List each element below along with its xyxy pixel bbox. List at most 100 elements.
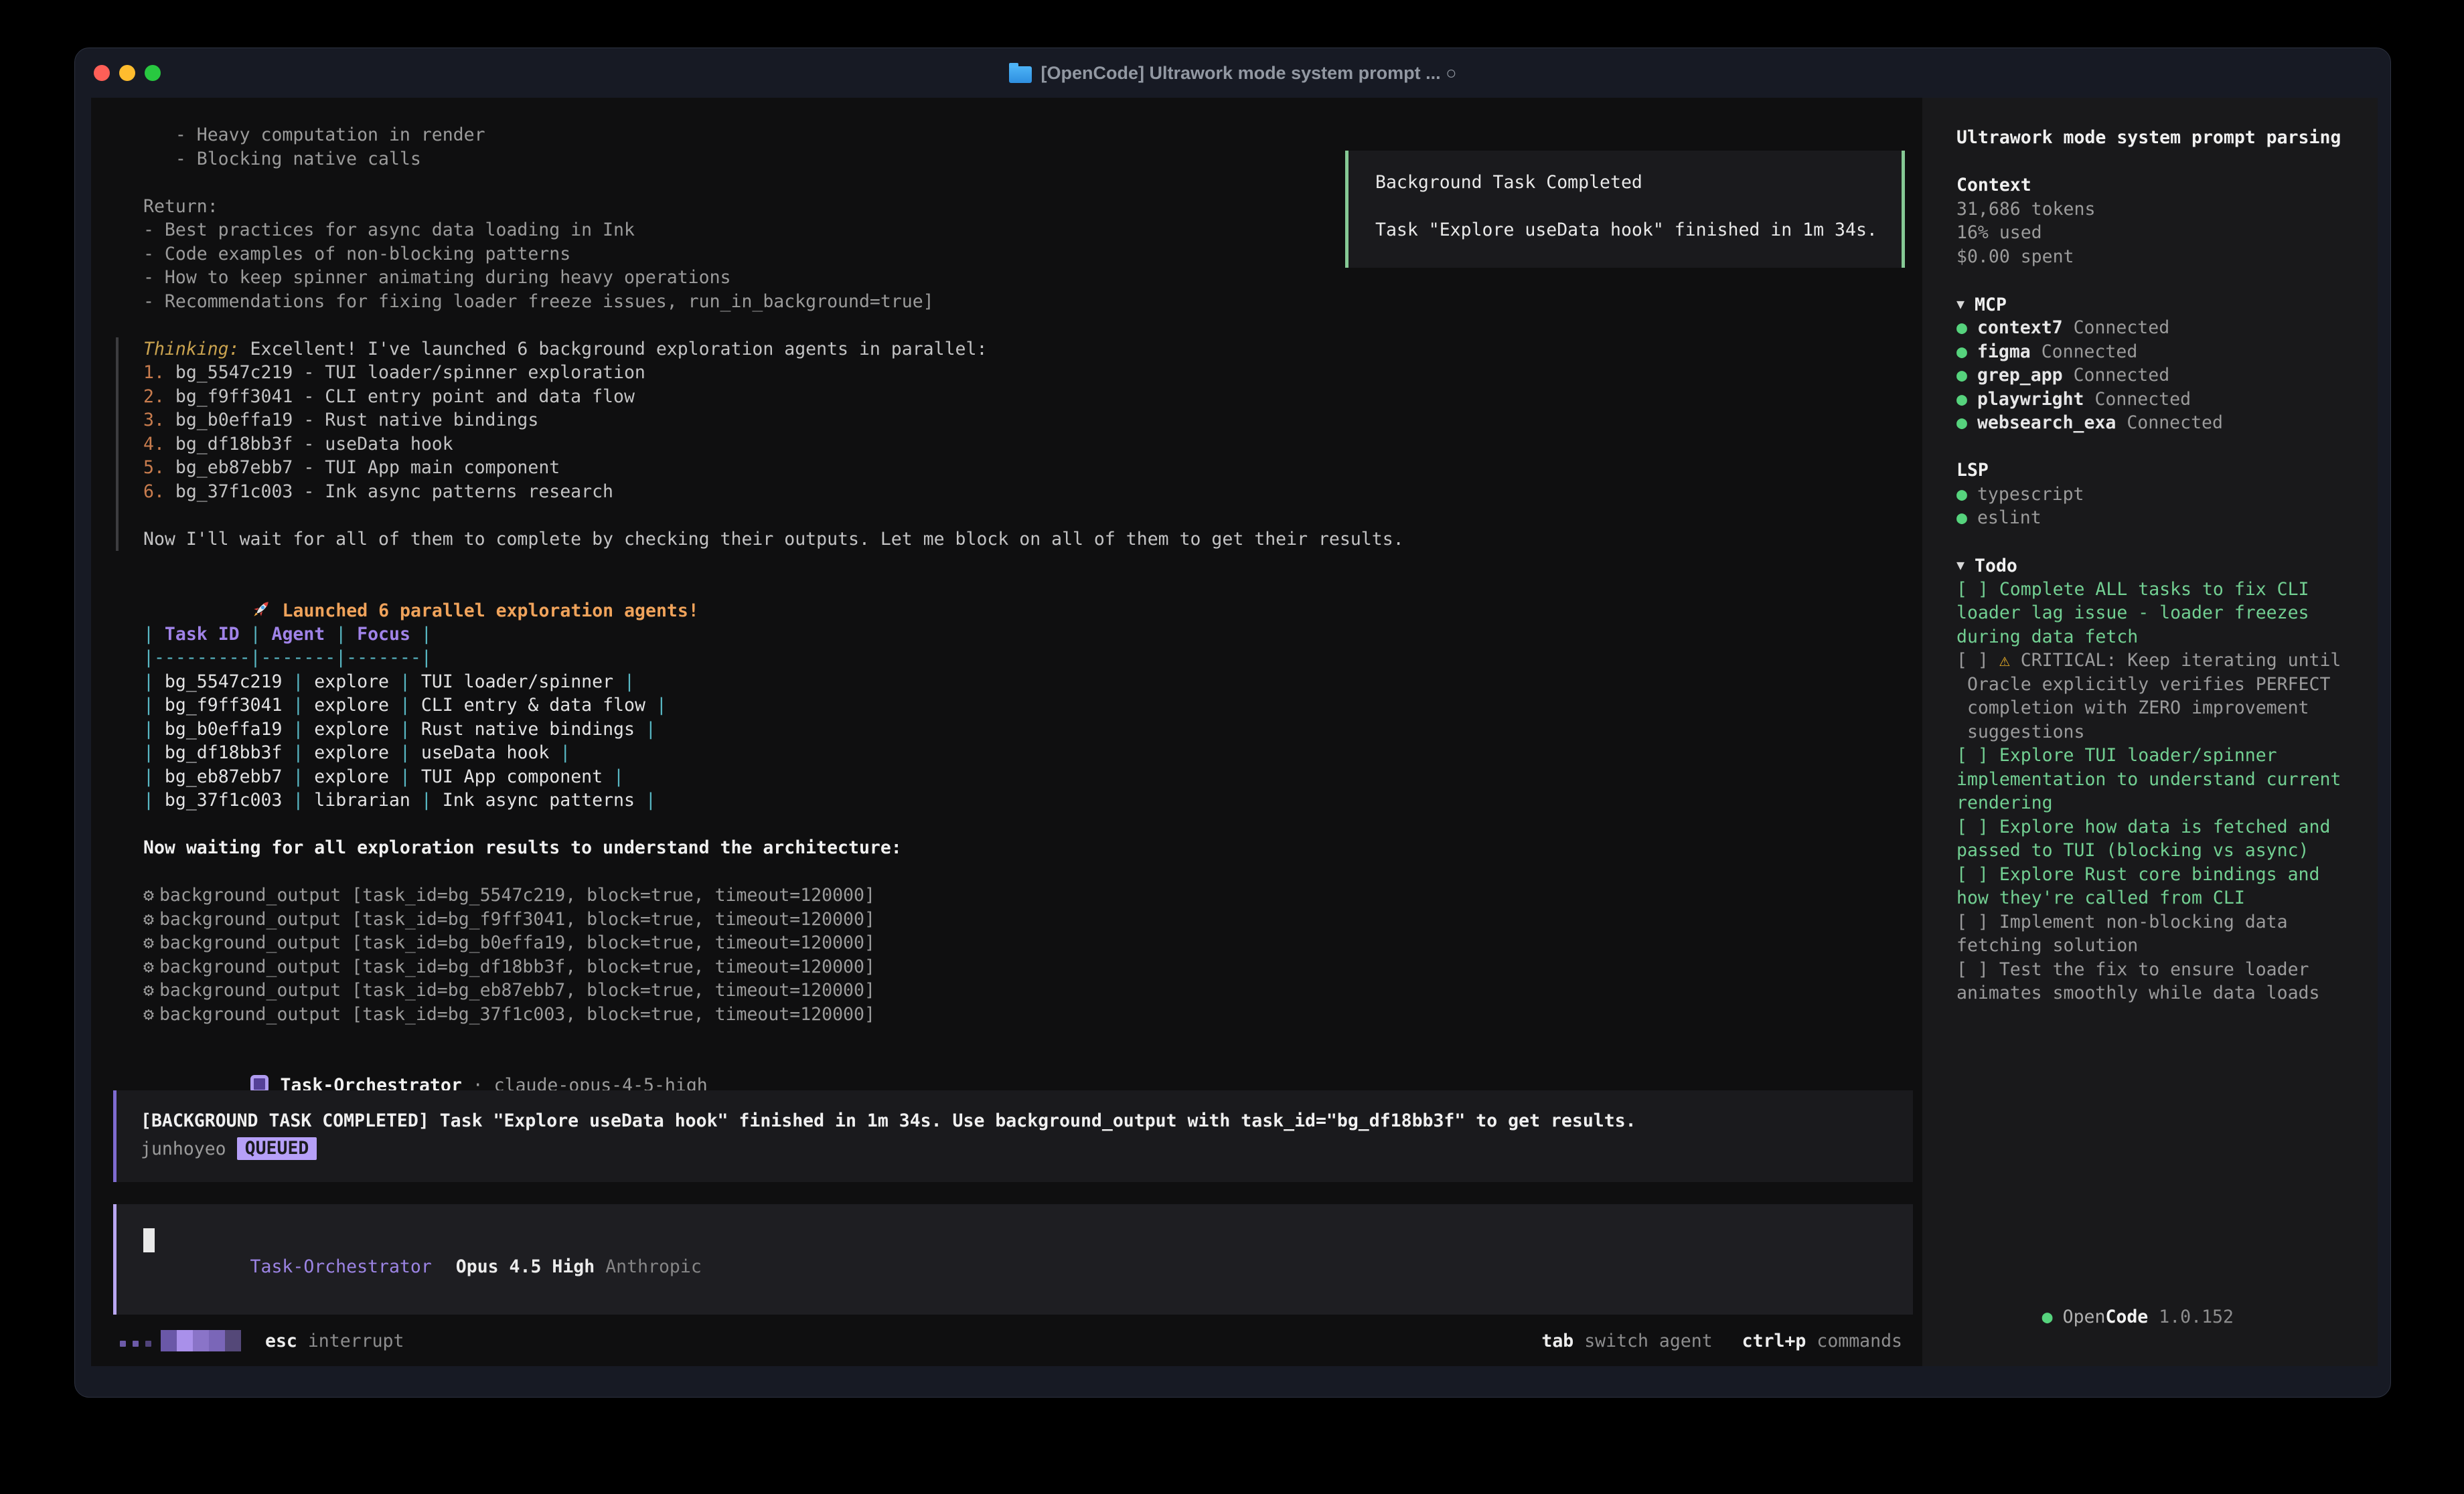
table-row: | bg_37f1c003 | librarian | Ink async pa… (143, 788, 1908, 813)
mcp-item: ●websearch_exa Connected (1956, 411, 2371, 435)
context-spent: $0.00 spent (1956, 245, 2371, 269)
ctrlp-key-label: commands (1806, 1329, 1902, 1353)
todo-item: [ ] Test the fix to ensure loader animat… (1956, 958, 2371, 1005)
tool-output-line: - Heavy computation in render (143, 123, 1908, 147)
tool-output-line: - Recommendations for fixing loader free… (143, 290, 1908, 314)
todo-section-header[interactable]: ▼Todo (1956, 554, 2371, 578)
mcp-list: ●context7 Connected●figma Connected●grep… (1956, 316, 2371, 435)
status-bar: esc interrupt tab switch agent ctrl+p com… (120, 1329, 1902, 1353)
thinking-list: 1. bg_5547c219 - TUI loader/spinner expl… (143, 361, 1908, 503)
table-row: | bg_eb87ebb7 | explore | TUI App compon… (143, 765, 1908, 789)
thinking-list-item: 3. bg_b0effa19 - Rust native bindings (143, 408, 1908, 432)
tool-call-line: ⚙background_output [task_id=bg_f9ff3041,… (143, 908, 1908, 932)
context-used: 16% used (1956, 221, 2371, 245)
collapse-triangle-icon: ▼ (1956, 296, 1965, 312)
mcp-item: ●figma Connected (1956, 340, 2371, 364)
thinking-list-item: 4. bg_df18bb3f - useData hook (143, 432, 1908, 456)
task-table: | Task ID | Agent | Focus ||---------|--… (143, 622, 1908, 813)
thinking-list-item: 5. bg_eb87ebb7 - TUI App main component (143, 456, 1908, 480)
waiting-line: Now waiting for all exploration results … (143, 836, 1908, 860)
status-dot-icon: ● (1956, 341, 1967, 362)
background-task-toast: Background Task Completed Task "Explore … (1345, 151, 1905, 268)
esc-key-label: interrupt (297, 1329, 404, 1353)
toast-body: Task "Explore useData hook" finished in … (1375, 218, 1902, 242)
gear-icon: ⚙ (143, 957, 154, 977)
gear-icon: ⚙ (143, 885, 154, 906)
tool-call-line: ⚙background_output [task_id=bg_eb87ebb7,… (143, 979, 1908, 1003)
status-dot-icon: ● (2042, 1307, 2053, 1327)
status-dot-icon: ● (1956, 317, 1967, 338)
tool-output-line: - How to keep spinner animating during h… (143, 266, 1908, 290)
sidebar-title: Ultrawork mode system prompt parsing (1956, 126, 2371, 150)
version-suffix: Code (2105, 1307, 2148, 1327)
status-dot-icon: ● (1956, 484, 1967, 505)
context-heading: Context (1956, 173, 2371, 197)
status-dot-icon: ● (1956, 365, 1967, 386)
lsp-list: ●typescript●eslint (1956, 483, 2371, 530)
composer-input[interactable]: Task-OrchestratorOpus 4.5 HighAnthropic (113, 1204, 1913, 1315)
queued-badge: QUEUED (237, 1137, 317, 1160)
gear-icon: ⚙ (143, 909, 154, 930)
todo-item: [ ] ⚠ CRITICAL: Keep iterating until Ora… (1956, 649, 2371, 744)
queued-text: [BACKGROUND TASK COMPLETED] Task "Explor… (141, 1109, 1913, 1133)
ctrlp-key-hint: ctrl+p (1742, 1329, 1806, 1353)
lsp-item: ●typescript (1956, 483, 2371, 507)
window-title: [OpenCode] Ultrawork mode system prompt … (1009, 63, 1457, 84)
tab-key-label: switch agent (1573, 1329, 1712, 1353)
table-separator-row: |---------|-------|-------| (143, 646, 1908, 670)
todo-item: [ ] Explore Rust core bindings and how t… (1956, 863, 2371, 910)
lsp-section-header: LSP (1956, 459, 2371, 483)
fullscreen-button[interactable] (145, 65, 161, 81)
table-row: | bg_b0effa19 | explore | Rust native bi… (143, 718, 1908, 742)
thinking-list-item: 6. bg_37f1c003 - Ink async patterns rese… (143, 480, 1908, 504)
thinking-list-item: 1. bg_5547c219 - TUI loader/spinner expl… (143, 361, 1908, 385)
mcp-item: ●context7 Connected (1956, 316, 2371, 340)
composer-footer: Task-OrchestratorOpus 4.5 HighAnthropic (143, 1232, 702, 1303)
close-button[interactable] (94, 65, 110, 81)
agent-line: Task-Orchestrator · claude-opus-4-5-high (143, 1050, 1908, 1074)
titlebar[interactable]: [OpenCode] Ultrawork mode system prompt … (75, 48, 2390, 98)
mcp-section-header[interactable]: ▼MCP (1956, 293, 2371, 317)
version-prefix: Open (2063, 1307, 2106, 1327)
collapse-triangle-icon: ▼ (1956, 557, 1965, 573)
window-content: - Heavy computation in render - Blocking… (75, 98, 2390, 1397)
thinking-outro-line: Now I'll wait for all of them to complet… (143, 527, 1908, 552)
progress-dots-icon (120, 1329, 158, 1353)
table-row: | bg_5547c219 | explore | TUI loader/spi… (143, 670, 1908, 694)
tab-key-hint: tab (1541, 1329, 1573, 1353)
toast-title: Background Task Completed (1375, 171, 1902, 195)
version-number: 1.0.152 (2159, 1307, 2234, 1327)
table-row: | bg_df18bb3f | explore | useData hook | (143, 741, 1908, 765)
terminal-main-pane[interactable]: - Heavy computation in render - Blocking… (91, 98, 1922, 1366)
status-dot-icon: ● (1956, 507, 1967, 528)
thinking-label: Thinking: (143, 339, 240, 359)
table-header-row: | Task ID | Agent | Focus | (143, 622, 1908, 647)
tool-call-line: ⚙background_output [task_id=bg_df18bb3f,… (143, 955, 1908, 979)
todo-item: [ ] Explore how data is fetched and pass… (1956, 815, 2371, 863)
queued-user: junhoyeo (141, 1137, 226, 1161)
window-controls (94, 48, 161, 98)
lsp-item: ●eslint (1956, 506, 2371, 530)
context-tokens: 31,686 tokens (1956, 197, 2371, 222)
thinking-list-item: 2. bg_f9ff3041 - CLI entry point and dat… (143, 385, 1908, 409)
composer-model: Opus 4.5 High (456, 1256, 595, 1277)
terminal-window: [OpenCode] Ultrawork mode system prompt … (74, 48, 2391, 1398)
folder-icon (1009, 66, 1032, 83)
composer-agent: Task-Orchestrator (250, 1256, 432, 1277)
mcp-item: ●grep_app Connected (1956, 363, 2371, 388)
todo-list: [ ] Complete ALL tasks to fix CLI loader… (1956, 578, 2371, 1005)
tool-call-list: ⚙background_output [task_id=bg_5547c219,… (143, 884, 1908, 1026)
todo-item: [ ] Implement non-blocking data fetching… (1956, 910, 2371, 958)
table-row: | bg_f9ff3041 | explore | CLI entry & da… (143, 693, 1908, 718)
status-dot-icon: ● (1956, 389, 1967, 410)
progress-spinner (161, 1329, 241, 1353)
tool-call-line: ⚙background_output [task_id=bg_37f1c003,… (143, 1003, 1908, 1027)
thinking-intro-line: Thinking: Excellent! I've launched 6 bac… (143, 337, 1908, 361)
sidebar-pane: Ultrawork mode system prompt parsing Con… (1922, 98, 2378, 1366)
gear-icon: ⚙ (143, 932, 154, 953)
esc-key-hint: esc (265, 1329, 297, 1353)
tool-call-line: ⚙background_output [task_id=bg_5547c219,… (143, 884, 1908, 908)
queued-message-box: [BACKGROUND TASK COMPLETED] Task "Explor… (113, 1090, 1913, 1182)
minimize-button[interactable] (119, 65, 135, 81)
warning-icon: ⚠ (1999, 650, 2021, 671)
